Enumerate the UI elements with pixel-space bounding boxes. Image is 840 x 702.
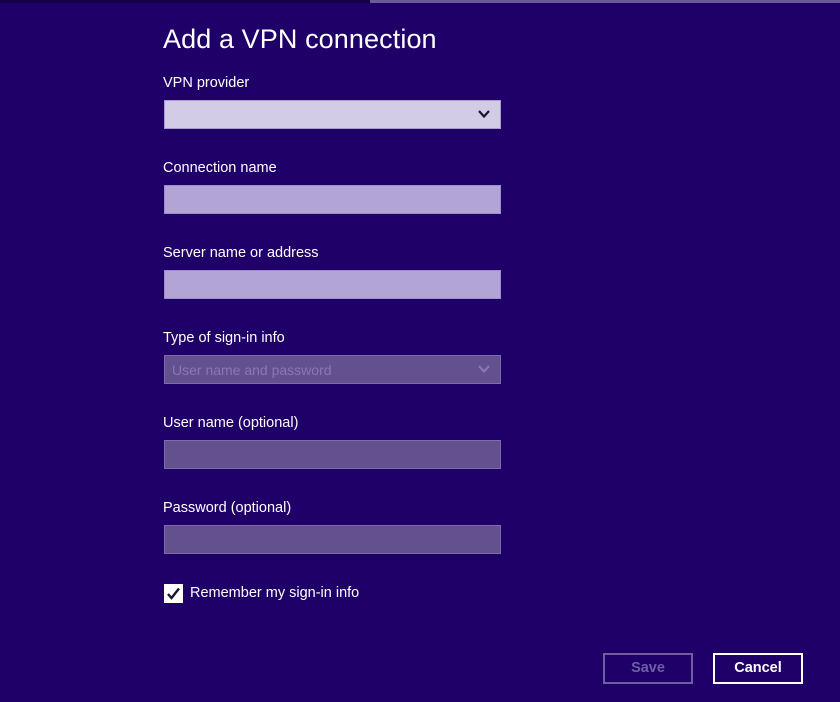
- connection-name-input[interactable]: [164, 185, 501, 214]
- connection-name-label: Connection name: [163, 160, 277, 176]
- sign-in-type-select[interactable]: User name and password: [164, 355, 501, 384]
- top-progress-bar: [0, 0, 840, 3]
- vpn-settings-page: Add a VPN connection VPN provider Connec…: [0, 0, 840, 702]
- checkmark-icon: [167, 587, 180, 600]
- sign-in-type-value: User name and password: [172, 362, 332, 378]
- sign-in-type-label: Type of sign-in info: [163, 330, 285, 346]
- server-address-label: Server name or address: [163, 245, 319, 261]
- username-input[interactable]: [164, 440, 501, 469]
- remember-sign-in-label[interactable]: Remember my sign-in info: [190, 585, 359, 601]
- page-title: Add a VPN connection: [163, 24, 437, 54]
- vpn-provider-select[interactable]: [164, 100, 501, 129]
- vpn-provider-label: VPN provider: [163, 75, 250, 91]
- password-label: Password (optional): [163, 500, 292, 516]
- password-input[interactable]: [164, 525, 501, 554]
- server-address-input[interactable]: [164, 270, 501, 299]
- chevron-down-icon: [478, 110, 490, 119]
- chevron-down-icon: [478, 365, 490, 374]
- remember-sign-in-checkbox[interactable]: [164, 584, 183, 603]
- top-progress-bar-fill: [0, 0, 370, 3]
- username-label: User name (optional): [163, 415, 299, 431]
- save-button[interactable]: Save: [603, 653, 693, 684]
- cancel-button[interactable]: Cancel: [713, 653, 803, 684]
